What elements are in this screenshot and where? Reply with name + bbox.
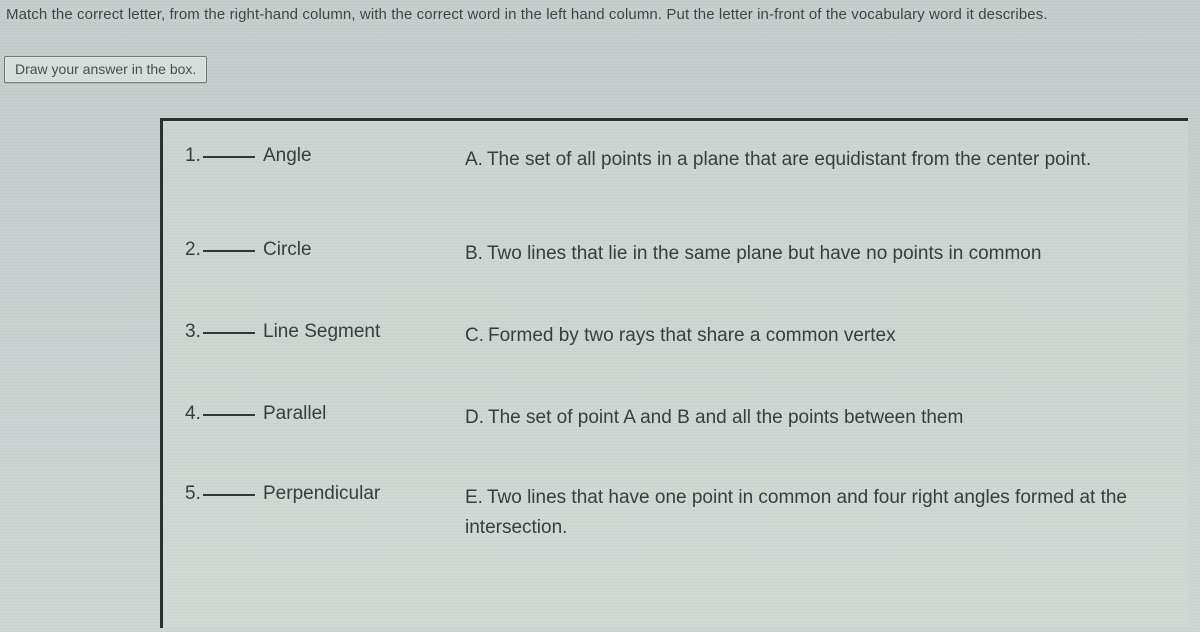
vocab-term: Parallel <box>263 403 326 425</box>
answer-blank[interactable] <box>203 494 255 496</box>
choice-definition: The set of point A and B and all the poi… <box>488 407 963 428</box>
item-number: 4. <box>185 403 203 425</box>
vocab-left: 2. Circle <box>185 239 465 261</box>
choice-letter: E. <box>465 487 483 508</box>
answer-blank[interactable] <box>203 250 255 252</box>
item-number: 5. <box>185 483 203 505</box>
vocab-term: Perpendicular <box>263 483 380 505</box>
draw-answer-button[interactable]: Draw your answer in the box. <box>4 56 207 83</box>
instruction-text: Match the correct letter, from the right… <box>6 4 1196 26</box>
choice-letter: C. <box>465 325 484 346</box>
answer-blank[interactable] <box>203 156 255 158</box>
definition-text: C.Formed by two rays that share a common… <box>465 321 1170 351</box>
choice-letter: B. <box>465 243 483 264</box>
answer-blank[interactable] <box>203 332 255 334</box>
match-row: 3. Line Segment C.Formed by two rays tha… <box>185 321 1170 351</box>
worksheet-container: Match the correct letter, from the right… <box>0 0 1200 632</box>
vocab-left: 4. Parallel <box>185 403 465 425</box>
item-number: 2. <box>185 239 203 261</box>
choice-definition: Two lines that have one point in common … <box>465 487 1127 538</box>
definition-text: D.The set of point A and B and all the p… <box>465 403 1170 433</box>
item-number: 1. <box>185 145 203 167</box>
vocab-left: 5. Perpendicular <box>185 483 465 505</box>
definition-text: E.Two lines that have one point in commo… <box>465 483 1170 543</box>
item-number: 3. <box>185 321 203 343</box>
choice-definition: The set of all points in a plane that ar… <box>487 149 1091 170</box>
choice-letter: D. <box>465 407 484 428</box>
vocab-term: Line Segment <box>263 321 380 343</box>
match-row: 4. Parallel D.The set of point A and B a… <box>185 403 1170 433</box>
vocab-term: Angle <box>263 145 312 167</box>
match-row: 1. Angle A.The set of all points in a pl… <box>185 145 1170 175</box>
vocab-left: 1. Angle <box>185 145 465 167</box>
choice-definition: Two lines that lie in the same plane but… <box>487 243 1042 264</box>
definition-text: A.The set of all points in a plane that … <box>465 145 1170 175</box>
match-row: 5. Perpendicular E.Two lines that have o… <box>185 483 1170 543</box>
vocab-left: 3. Line Segment <box>185 321 465 343</box>
match-row: 2. Circle B.Two lines that lie in the sa… <box>185 239 1170 269</box>
answer-blank[interactable] <box>203 414 255 416</box>
choice-definition: Formed by two rays that share a common v… <box>488 325 896 346</box>
answer-frame[interactable]: 1. Angle A.The set of all points in a pl… <box>160 118 1188 628</box>
definition-text: B.Two lines that lie in the same plane b… <box>465 239 1170 269</box>
choice-letter: A. <box>465 149 483 170</box>
vocab-term: Circle <box>263 239 312 261</box>
